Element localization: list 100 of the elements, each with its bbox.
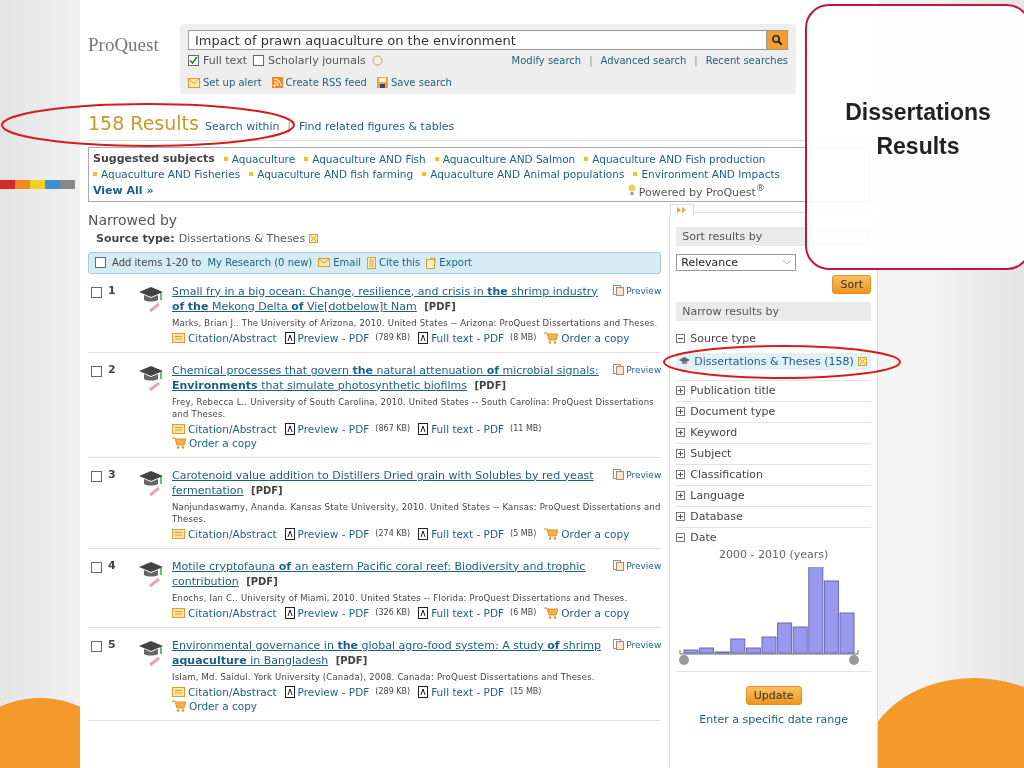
- update-button[interactable]: Update: [745, 685, 802, 705]
- checkbox[interactable]: [91, 470, 102, 482]
- result-link[interactable]: Full text - PDF (5 MB): [418, 527, 537, 540]
- view-all-link[interactable]: View All »: [93, 183, 154, 197]
- result-link[interactable]: Full text - PDF (15 MB): [418, 685, 542, 698]
- checkbox[interactable]: [91, 561, 102, 573]
- preview-link[interactable]: Preview: [613, 283, 662, 298]
- double-arrow-icon: [677, 206, 688, 213]
- preview-link[interactable]: Preview: [613, 558, 662, 573]
- result-link[interactable]: Preview - PDF (274 KB): [284, 527, 411, 540]
- result-link[interactable]: Preview - PDF (326 KB): [284, 606, 411, 619]
- subject-link[interactable]: Aquaculture AND Fish production: [584, 152, 766, 165]
- search-field[interactable]: Impact of prawn aquaculture on the environment: [188, 30, 766, 50]
- result-title[interactable]: Motile cryptofauna of an eastern Pacific coral reef: Biodiversity and trophic contribution [PDF]: [172, 558, 606, 589]
- narrow-heading: Narrow results by: [676, 301, 871, 321]
- result-link[interactable]: Order a copy: [544, 527, 630, 540]
- result-link[interactable]: Order a copy: [544, 331, 630, 344]
- facet-toggle[interactable]: Subject: [676, 446, 871, 460]
- result-link[interactable]: Citation/Abstract: [172, 331, 277, 344]
- result-title[interactable]: Small fry in a big ocean: Change, resilience, and crisis in the shrimp industry of the Mekong Delta of Vie[dotbelow]t Nam [PDF]: [172, 283, 606, 314]
- proquest-logo[interactable]: ProQuest: [88, 24, 168, 94]
- checkbox[interactable]: [95, 257, 106, 269]
- subject-link[interactable]: Aquaculture AND Salmon: [434, 152, 576, 165]
- result-link[interactable]: Citation/Abstract: [172, 422, 277, 435]
- envelope-icon: [318, 258, 331, 268]
- preview-link[interactable]: Preview: [613, 362, 662, 377]
- pdf-file-icon: [284, 527, 295, 540]
- range-handle[interactable]: [679, 654, 690, 665]
- result-title[interactable]: Chemical processes that govern the natural attenuation of microbial signals: Environments that simulate photosynthetic biofilms [PDF]: [172, 362, 606, 393]
- result-link[interactable]: Preview - PDF (867 KB): [284, 422, 411, 435]
- facet-toggle[interactable]: Database: [676, 509, 871, 523]
- narrowed-by-heading: Narrowed by: [88, 211, 179, 228]
- result-link[interactable]: Preview - PDF (789 KB): [284, 331, 411, 344]
- facet-toggle[interactable]: Classification: [676, 467, 871, 481]
- facet-toggle[interactable]: Source type: [676, 331, 871, 345]
- plus-box-icon: [676, 511, 686, 521]
- plus-box-icon: [676, 385, 686, 395]
- facet-toggle[interactable]: Document type: [676, 404, 871, 418]
- result-link[interactable]: Full text - PDF (6 MB): [418, 606, 537, 619]
- toolbar-action[interactable]: Export: [426, 256, 472, 269]
- search-link[interactable]: Modify search: [511, 55, 582, 66]
- document-icon: [172, 607, 185, 618]
- pdf-file-icon: [284, 422, 295, 435]
- subject-link[interactable]: Aquaculture AND Fisheries: [93, 168, 241, 180]
- result-link[interactable]: Preview - PDF (289 KB): [284, 685, 411, 698]
- search-icon[interactable]: [766, 30, 788, 50]
- date-range-link[interactable]: Enter a specific date range: [676, 712, 871, 726]
- subject-link[interactable]: Environment AND Impacts: [633, 168, 781, 180]
- result-link[interactable]: Full text - PDF (11 MB): [418, 422, 542, 435]
- callout-text: Dissertations Results: [844, 98, 992, 161]
- pdf-file-icon: [284, 606, 295, 619]
- pdf-file-icon: [418, 527, 429, 540]
- action-link[interactable]: Create RSS feed: [271, 77, 367, 88]
- checkbox[interactable]: [91, 286, 102, 298]
- result-link[interactable]: Order a copy: [172, 699, 258, 712]
- toolbar-action[interactable]: Email: [318, 257, 361, 269]
- add-items-text: Add items 1-20 to: [112, 257, 202, 269]
- facet-toggle[interactable]: Keyword: [676, 425, 871, 439]
- date-range-text: 2000 - 2010 (years): [717, 547, 830, 561]
- result-link[interactable]: Citation/Abstract: [172, 606, 277, 619]
- result-title[interactable]: Carotenoid value addition to Distillers Dried grain with Solubles by red yeast fermentation [PDF]: [172, 467, 606, 498]
- preview-link[interactable]: Preview: [613, 467, 662, 482]
- result-link[interactable]: Full text - PDF (8 MB): [418, 331, 537, 344]
- results-link[interactable]: Find related figures & tables: [298, 120, 455, 133]
- checkbox[interactable]: [91, 365, 102, 377]
- facet-toggle[interactable]: Publication title: [676, 383, 871, 397]
- search-link[interactable]: Recent searches: [705, 55, 788, 66]
- result-link[interactable]: Order a copy: [172, 436, 258, 449]
- action-link[interactable]: Set up alert: [188, 77, 262, 88]
- search-option[interactable]: Scholarly journals: [253, 54, 366, 67]
- pages-icon: [613, 364, 625, 376]
- preview-link[interactable]: Preview: [613, 637, 662, 652]
- results-link[interactable]: Search within: [204, 120, 280, 133]
- pages-icon: [613, 285, 625, 297]
- subject-link[interactable]: Aquaculture AND Fish: [304, 152, 426, 165]
- sort-dropdown[interactable]: Relevance: [676, 253, 797, 271]
- pdf-file-icon: [418, 606, 429, 619]
- subject-link[interactable]: Aquaculture: [223, 152, 296, 165]
- subject-link[interactable]: Aquaculture AND Animal populations: [422, 168, 625, 180]
- pages-icon: [613, 560, 625, 572]
- plus-box-icon: [676, 427, 686, 437]
- subject-link[interactable]: Aquaculture AND fish farming: [249, 168, 414, 180]
- my-research-link[interactable]: My Research (0 new): [207, 257, 313, 269]
- document-icon: [367, 256, 376, 269]
- facet-toggle[interactable]: Date: [676, 530, 871, 544]
- facet-toggle[interactable]: Language: [676, 488, 871, 502]
- checkbox[interactable]: [253, 55, 265, 66]
- result-link[interactable]: Order a copy: [544, 606, 630, 619]
- search-option[interactable]: Full text: [188, 54, 248, 67]
- result-title[interactable]: Environmental governance in the global agro-food system: A study of shrimp aquaculture in Bangladesh [PDF]: [172, 637, 606, 668]
- result-link[interactable]: Citation/Abstract: [172, 685, 277, 698]
- search-link[interactable]: Advanced search: [600, 55, 687, 66]
- range-handle[interactable]: [849, 654, 860, 665]
- checkbox[interactable]: [91, 640, 102, 652]
- checkbox[interactable]: [188, 55, 199, 66]
- sort-button[interactable]: Sort: [832, 274, 871, 294]
- action-link[interactable]: Save search: [376, 77, 452, 88]
- result-link[interactable]: Citation/Abstract: [172, 527, 277, 540]
- toolbar-action[interactable]: Cite this: [367, 256, 421, 269]
- result-metadata: Islam, Md. Saidul. York University (Canada), 2008. Canada: ProQuest Dissertations and Theses.: [172, 670, 596, 683]
